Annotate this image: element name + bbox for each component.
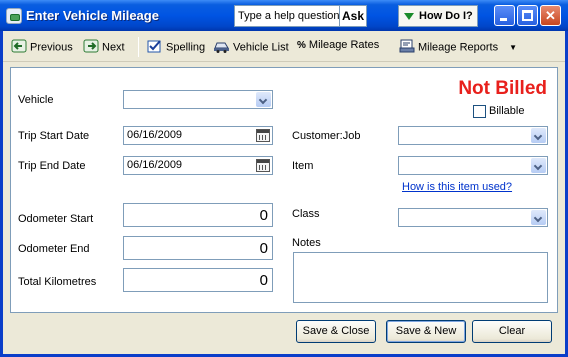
spelling-check-icon: [147, 39, 163, 56]
calendar-icon[interactable]: [256, 129, 270, 142]
toolbar-separator: [138, 37, 139, 57]
minimize-button[interactable]: [494, 5, 515, 26]
car-icon: [213, 39, 230, 56]
item-select[interactable]: [398, 156, 548, 175]
chevron-down-icon[interactable]: [531, 128, 546, 143]
customer-job-label: Customer:Job: [292, 130, 361, 142]
notes-label: Notes: [292, 237, 321, 249]
next-label: Next: [102, 41, 125, 54]
toolbar: Previous Next Spelling Vehicle List % Mil…: [3, 31, 565, 62]
close-button[interactable]: ✕: [540, 5, 561, 26]
chevron-down-icon[interactable]: [256, 92, 271, 107]
vehicle-app-icon: [6, 8, 22, 24]
trip-end-label: Trip End Date: [18, 160, 86, 172]
total-kilometres-field[interactable]: 0: [123, 268, 273, 292]
chevron-down-icon[interactable]: [531, 210, 546, 225]
class-label: Class: [292, 208, 320, 220]
arrow-right-icon: [83, 39, 99, 56]
trip-end-date-field[interactable]: 06/16/2009: [123, 156, 273, 175]
total-kilometres-value: 0: [259, 272, 268, 289]
save-new-button[interactable]: Save & New: [386, 320, 466, 343]
close-icon: ✕: [545, 8, 556, 23]
previous-button[interactable]: Previous: [11, 39, 73, 55]
billing-status: Not Billed: [458, 78, 547, 99]
class-select[interactable]: [398, 208, 548, 227]
odometer-start-value: 0: [259, 207, 268, 224]
vehicle-label: Vehicle: [18, 94, 54, 106]
mileage-form-panel: Not Billed Billable Vehicle Trip Start D…: [10, 67, 558, 313]
maximize-button[interactable]: [517, 5, 538, 26]
maximize-icon: [522, 10, 533, 21]
spelling-label: Spelling: [166, 41, 206, 54]
item-label: Item: [292, 160, 314, 172]
clear-button[interactable]: Clear: [472, 320, 552, 343]
vehicle-list-label: Vehicle List: [233, 41, 289, 54]
window-title: Enter Vehicle Mileage: [26, 8, 159, 23]
mileage-reports-button[interactable]: Mileage Reports ▼: [399, 39, 517, 55]
next-button[interactable]: Next: [83, 39, 125, 55]
vehicle-list-button[interactable]: Vehicle List: [213, 39, 289, 55]
save-close-button[interactable]: Save & Close: [296, 320, 376, 343]
help-question-field[interactable]: Type a help question: [238, 10, 340, 22]
customer-job-select[interactable]: [398, 126, 548, 145]
minimize-icon: [500, 18, 507, 21]
spelling-button[interactable]: Spelling: [147, 39, 205, 55]
odometer-end-label: Odometer End: [18, 243, 90, 255]
vehicle-select[interactable]: [123, 90, 273, 109]
mileage-reports-label: Mileage Reports: [418, 41, 499, 54]
notes-textarea[interactable]: [293, 252, 548, 303]
calendar-icon[interactable]: [256, 159, 270, 172]
previous-label: Previous: [30, 41, 73, 54]
mileage-rates-label: Mileage Rates: [308, 39, 380, 52]
triangle-down-icon: [404, 13, 414, 20]
percent-icon: %: [297, 39, 306, 51]
title-bar[interactable]: Enter Vehicle Mileage Type a help questi…: [0, 0, 568, 31]
odometer-start-label: Odometer Start: [18, 213, 94, 225]
report-icon: [399, 39, 415, 56]
mileage-window: Enter Vehicle Mileage Type a help questi…: [0, 0, 568, 357]
how-do-i-button[interactable]: How Do I?: [398, 5, 478, 27]
arrow-left-icon: [11, 39, 27, 56]
billable-label: Billable: [489, 105, 525, 117]
odometer-end-field[interactable]: 0: [123, 236, 273, 260]
total-kilometres-label: Total Kilometres: [18, 276, 97, 288]
trip-end-date-value: 06/16/2009: [127, 159, 183, 171]
trip-start-date-value: 06/16/2009: [127, 129, 183, 141]
billable-checkbox[interactable]: [473, 105, 486, 118]
odometer-end-value: 0: [259, 240, 268, 257]
ask-button[interactable]: Ask: [339, 6, 366, 26]
trip-start-label: Trip Start Date: [18, 130, 90, 142]
how-do-i-label: How Do I?: [419, 10, 473, 22]
help-search-box[interactable]: Type a help question Ask: [234, 5, 367, 27]
trip-start-date-field[interactable]: 06/16/2009: [123, 126, 273, 145]
chevron-down-icon[interactable]: ▼: [509, 43, 517, 52]
mileage-rates-button[interactable]: % Mileage Rates: [297, 39, 379, 55]
chevron-down-icon[interactable]: [531, 158, 546, 173]
item-help-link[interactable]: How is this item used?: [402, 181, 512, 193]
odometer-start-field[interactable]: 0: [123, 203, 273, 227]
